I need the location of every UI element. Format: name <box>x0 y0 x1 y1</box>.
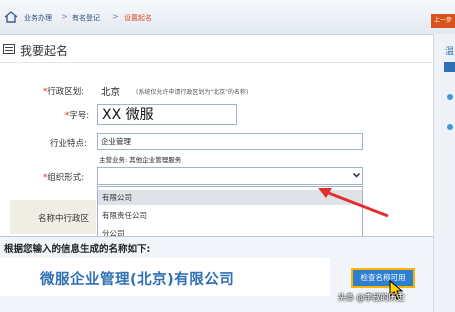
page-title: 我要起名 <box>20 44 69 58</box>
side-dot-icon <box>447 124 453 130</box>
breadcrumb-item-current: 设置起名 <box>124 14 152 22</box>
name-region-label: 名称中行政区 <box>38 214 90 224</box>
org-form-label: *组织形式: <box>43 173 85 183</box>
side-panel-label: 温 <box>445 47 455 57</box>
trade-name-input[interactable]: XX 微服 <box>97 104 237 125</box>
top-navigation-bar: 业务办理 > 有名登记 > 设置起名 上一步 <box>0 0 455 35</box>
chevron-down-icon[interactable] <box>352 170 361 180</box>
side-panel <box>433 34 455 312</box>
region-value: 北京 <box>101 87 121 98</box>
org-form-select[interactable] <box>97 167 363 185</box>
watermark-text: 头条 @李叔的历史 <box>338 293 405 302</box>
red-arrow-icon <box>318 188 389 218</box>
result-hint: 根据您输入的信息生成的名称如下: <box>4 244 151 255</box>
side-dot-icon <box>447 94 453 100</box>
industry-input[interactable]: 企业管理 <box>97 133 363 150</box>
name-label: *字号: <box>65 111 90 121</box>
breadcrumb-item[interactable]: 有名登记 <box>72 13 100 23</box>
form-icon <box>3 44 15 54</box>
page-title-row: 我要起名 <box>0 38 432 63</box>
screen: 业务办理 > 有名登记 > 设置起名 上一步 我要起名 温 *行政区划: 北京 … <box>0 0 455 312</box>
breadcrumb-separator-icon: > <box>61 12 68 21</box>
top-right-button[interactable]: 上一步 <box>431 14 455 28</box>
home-icon[interactable] <box>4 11 18 23</box>
industry-label: 行业特点: <box>50 139 87 149</box>
breadcrumb-item[interactable]: 业务办理 <box>24 13 52 23</box>
side-panel-button[interactable] <box>444 62 455 72</box>
region-label: *行政区划: <box>43 87 85 97</box>
check-availability-button[interactable]: 检查名称可用 <box>351 268 415 288</box>
main-business-text: 主营业务: 其他企业管理服务 <box>99 156 182 164</box>
generated-company-name: 微服企业管理(北京)有限公司 <box>40 272 235 288</box>
region-hint: (系统仅允许申请行政区划为"北京"的名称) <box>136 89 249 96</box>
breadcrumb-separator-icon: > <box>112 12 119 21</box>
